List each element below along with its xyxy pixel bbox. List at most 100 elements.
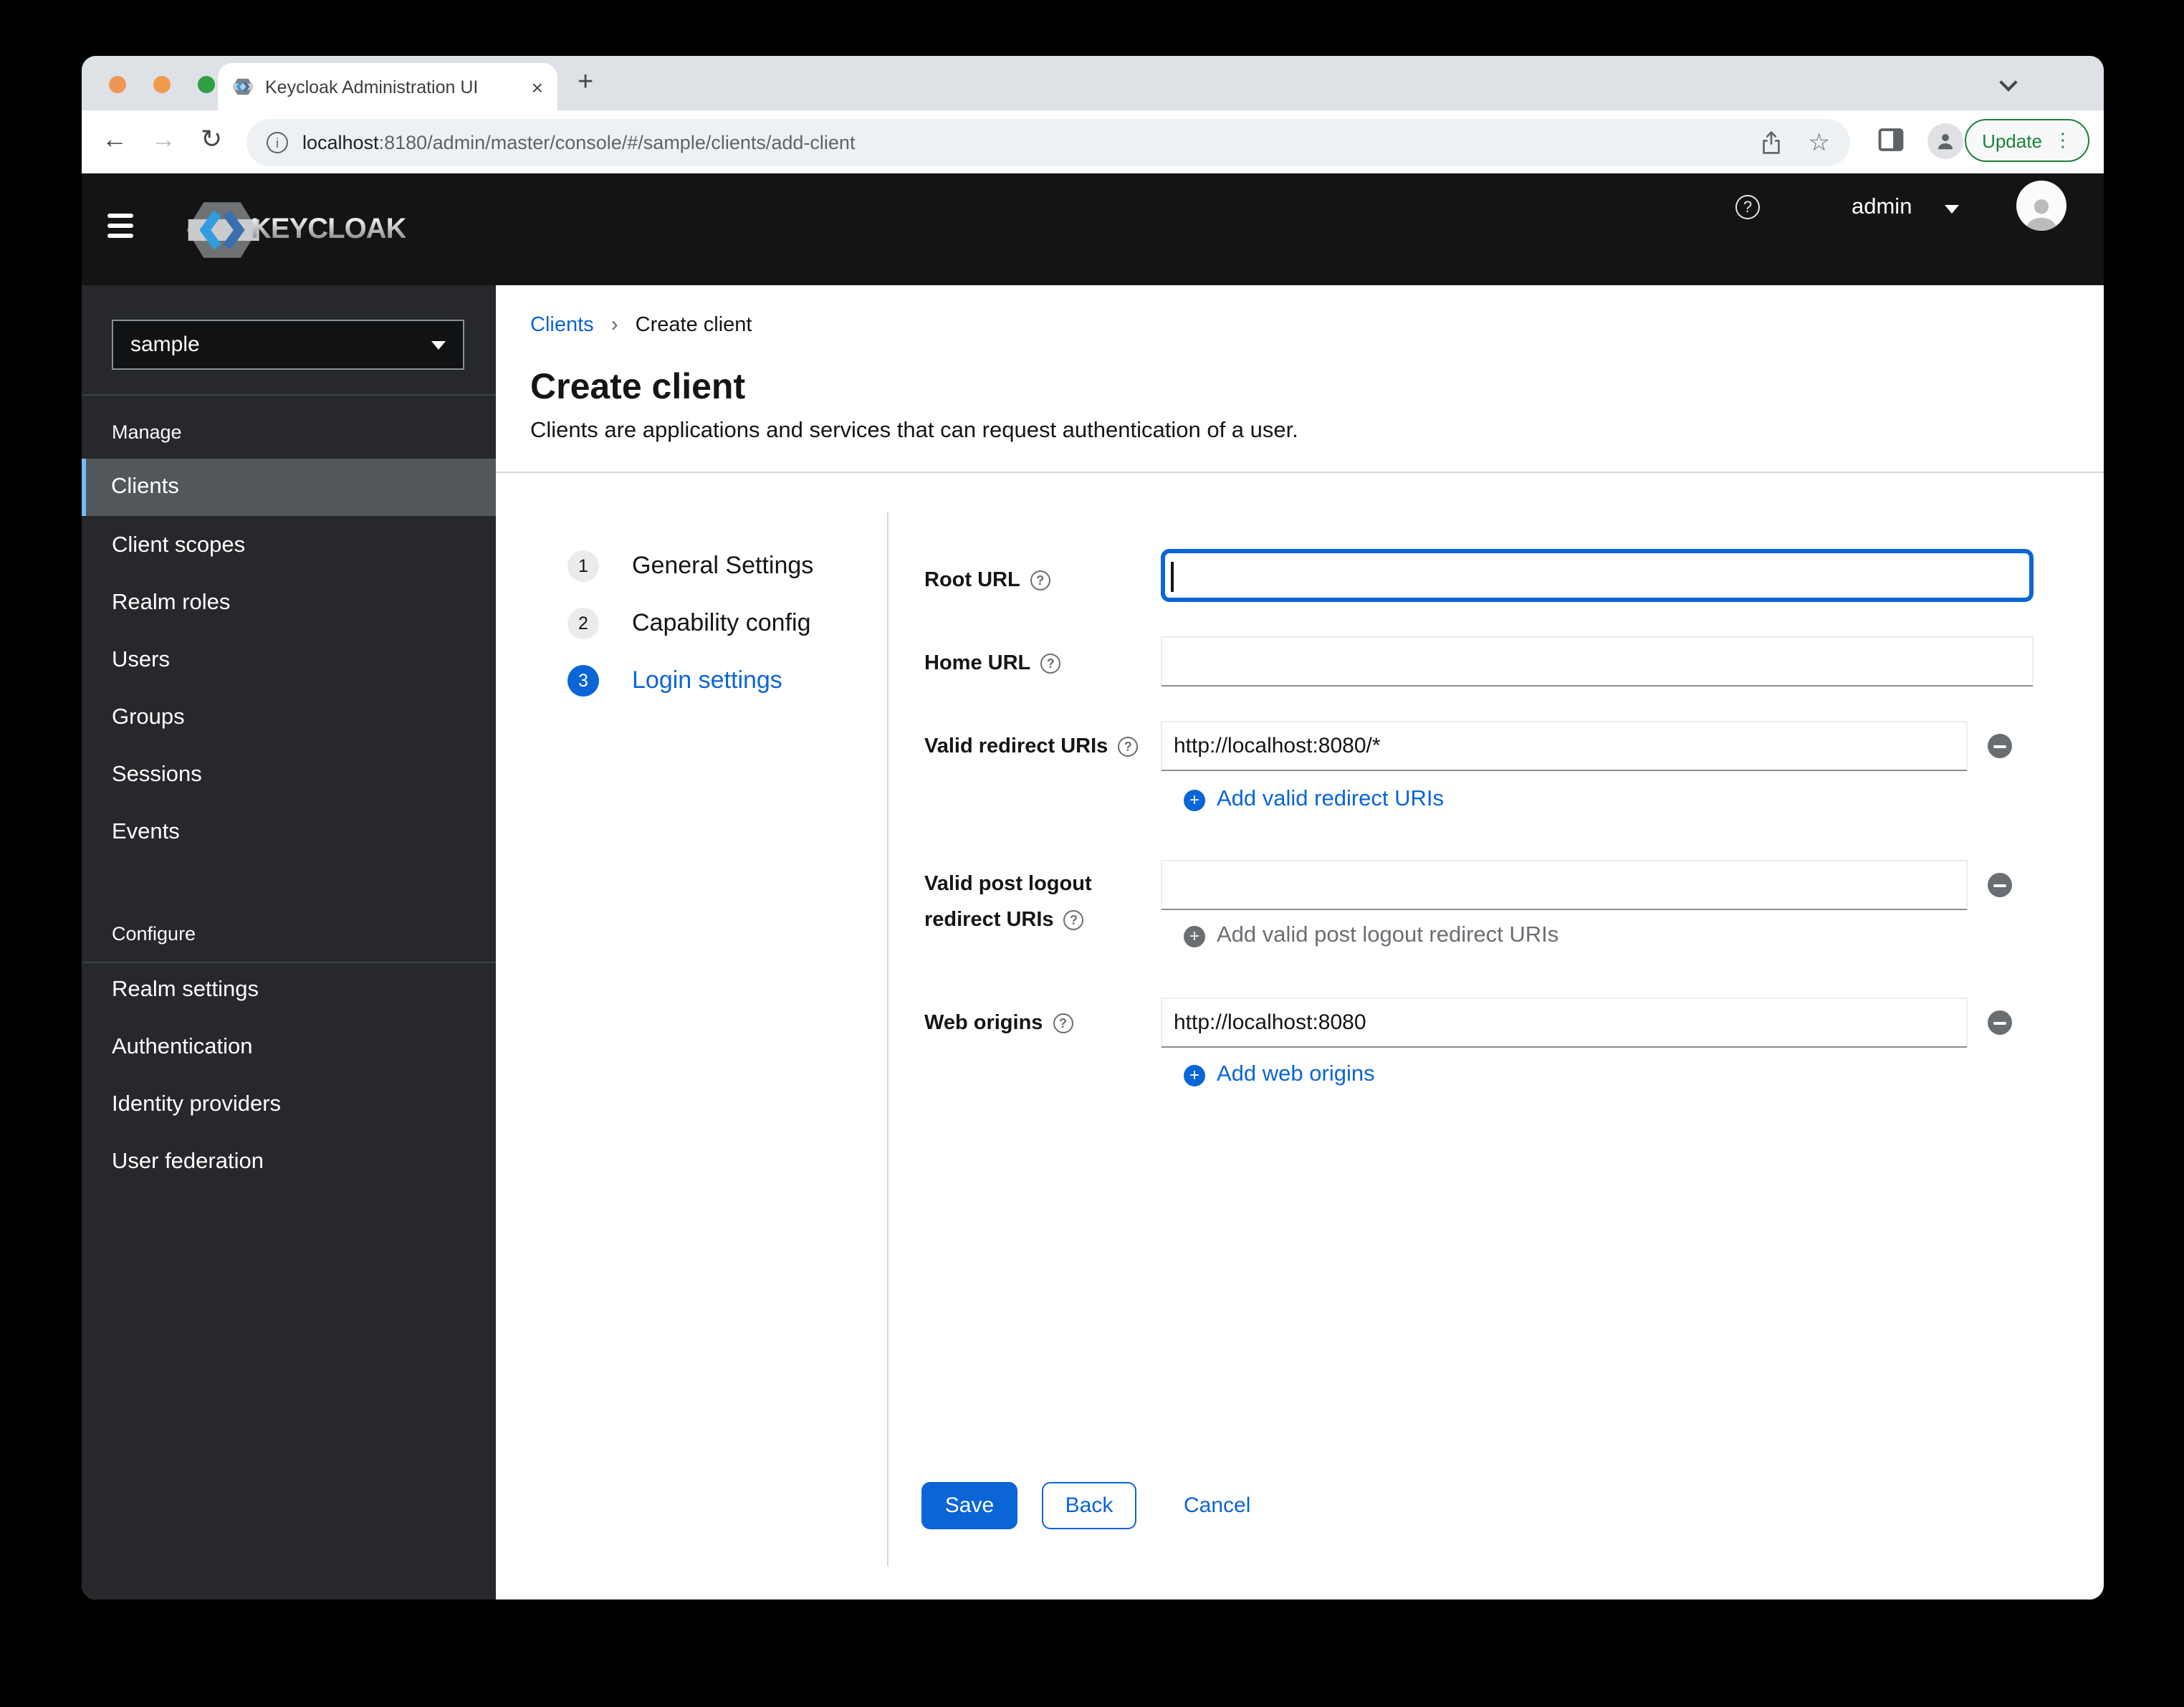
keycloak-masthead: KEYCLOAK ? admin — [82, 173, 2104, 285]
add-post-logout-uri-link[interactable]: + Add valid post logout redirect URIs — [1184, 923, 1558, 949]
sidebar-divider — [82, 394, 496, 396]
page-title: Create client — [530, 367, 746, 407]
root-url-help-icon[interactable]: ? — [1030, 570, 1050, 590]
nav-group-configure: Configure — [112, 923, 196, 945]
browser-window: Keycloak Administration UI × + ← → ↻ i l… — [82, 56, 2104, 1600]
sidebar-item-clients[interactable]: Clients — [82, 459, 496, 516]
step-label: Login settings — [632, 666, 782, 694]
wizard-step-capability-config[interactable]: 2 Capability config — [567, 608, 811, 639]
valid-redirect-uris-help-icon[interactable]: ? — [1118, 737, 1139, 757]
home-url-label: Home URL ? — [924, 652, 1061, 675]
post-logout-help-icon[interactable]: ? — [1063, 910, 1084, 930]
keycloak-favicon — [232, 78, 254, 95]
root-url-input[interactable] — [1161, 549, 2034, 602]
url-path: :8180/admin/master/console/#/sample/clie… — [378, 132, 856, 153]
breadcrumb-clients-link[interactable]: Clients — [530, 313, 594, 336]
sidebar-item-sessions[interactable]: Sessions — [82, 747, 496, 804]
realm-name: sample — [130, 333, 200, 357]
web-origins-input[interactable] — [1161, 998, 1968, 1048]
web-origins-help-icon[interactable]: ? — [1053, 1013, 1073, 1033]
remove-web-origin-icon[interactable] — [1988, 1010, 2012, 1035]
url-text[interactable]: localhost:8180/admin/master/console/#/sa… — [302, 132, 855, 153]
sidebar-item-authentication[interactable]: Authentication — [82, 1019, 496, 1076]
main-content: Clients › Create client Create client Cl… — [496, 285, 2104, 1600]
text-cursor — [1171, 562, 1173, 592]
valid-redirect-uri-input[interactable] — [1161, 721, 1968, 771]
user-menu-caret-icon[interactable] — [1945, 205, 1959, 214]
post-logout-redirect-uri-input[interactable] — [1161, 860, 1968, 910]
cancel-link[interactable]: Cancel — [1184, 1493, 1250, 1518]
sidebar-item-realm-settings[interactable]: Realm settings — [82, 962, 496, 1019]
remove-redirect-uri-icon[interactable] — [1988, 734, 2012, 758]
step-number: 3 — [567, 665, 599, 697]
sidebar-item-realm-roles[interactable]: Realm roles — [82, 575, 496, 632]
minimize-window-button[interactable] — [153, 76, 171, 93]
plus-circle-icon: + — [1184, 925, 1205, 947]
sidebar: sample Manage Clients Client scopes Real… — [82, 285, 496, 1600]
sidebar-item-groups[interactable]: Groups — [82, 689, 496, 747]
back-button[interactable]: Back — [1042, 1482, 1136, 1529]
step-number: 1 — [567, 550, 599, 582]
post-logout-label-line2: redirect URIs ? — [924, 909, 1084, 932]
wizard-step-general-settings[interactable]: 1 General Settings — [567, 550, 813, 582]
help-icon[interactable]: ? — [1735, 195, 1760, 219]
zoom-window-button[interactable] — [198, 76, 215, 93]
breadcrumb: Clients › Create client — [530, 312, 752, 337]
sidebar-item-events[interactable]: Events — [82, 804, 496, 861]
address-bar[interactable]: i localhost:8180/admin/master/console/#/… — [246, 119, 1850, 166]
browser-tab[interactable]: Keycloak Administration UI × — [218, 63, 557, 110]
page-description: Clients are applications and services th… — [530, 419, 1298, 443]
realm-selector[interactable]: sample — [112, 320, 464, 370]
avatar[interactable] — [2016, 181, 2066, 231]
tab-title: Keycloak Administration UI — [265, 77, 479, 97]
user-menu-label[interactable]: admin — [1852, 195, 1912, 221]
tab-search-chevron-icon[interactable] — [1999, 73, 2018, 92]
step-number: 2 — [567, 608, 599, 639]
step-label: General Settings — [632, 552, 814, 579]
back-icon[interactable]: ← — [102, 125, 128, 155]
web-origins-label: Web origins ? — [924, 1012, 1073, 1035]
plus-circle-icon: + — [1184, 1064, 1205, 1086]
sidebar-item-identity-providers[interactable]: Identity providers — [82, 1076, 496, 1134]
new-tab-icon[interactable]: + — [578, 67, 593, 99]
wizard-step-login-settings[interactable]: 3 Login settings — [567, 665, 782, 697]
wizard-nav-divider — [887, 512, 889, 1567]
browser-profile-icon[interactable] — [1927, 123, 1963, 159]
home-url-help-icon[interactable]: ? — [1040, 654, 1061, 674]
breadcrumb-current: Create client — [635, 313, 752, 336]
reload-icon[interactable]: ↻ — [201, 125, 222, 155]
side-panel-icon[interactable] — [1877, 128, 1905, 152]
root-url-label: Root URL ? — [924, 569, 1050, 592]
add-redirect-uri-link[interactable]: + Add valid redirect URIs — [1184, 787, 1444, 813]
close-window-button[interactable] — [109, 76, 126, 93]
realm-caret-icon — [431, 340, 446, 349]
page-header-divider — [496, 472, 2104, 473]
post-logout-label-line1: Valid post logout — [924, 873, 1092, 896]
site-info-icon[interactable]: i — [267, 132, 288, 153]
browser-menu-kebab-icon[interactable]: ⋮ — [2054, 129, 2072, 152]
address-bar-actions: ☆ — [1760, 130, 1831, 155]
update-label: Update — [1982, 130, 2042, 151]
home-url-input[interactable] — [1161, 636, 2034, 687]
nav-toggle-hamburger-icon[interactable] — [107, 214, 133, 244]
share-icon[interactable] — [1760, 130, 1783, 155]
plus-circle-icon: + — [1184, 789, 1205, 811]
breadcrumb-separator-icon: › — [610, 312, 618, 337]
browser-update-button[interactable]: Update ⋮ — [1965, 119, 2089, 162]
bookmark-star-icon[interactable]: ☆ — [1809, 130, 1831, 155]
remove-post-logout-uri-icon[interactable] — [1988, 873, 2012, 897]
save-button[interactable]: Save — [921, 1482, 1017, 1529]
url-domain: localhost — [302, 132, 379, 153]
sidebar-item-client-scopes[interactable]: Client scopes — [82, 517, 496, 575]
sidebar-item-users[interactable]: Users — [82, 632, 496, 689]
tab-close-icon[interactable]: × — [532, 75, 543, 98]
tab-strip: Keycloak Administration UI × + — [82, 56, 2104, 110]
browser-toolbar: ← → ↻ i localhost:8180/admin/master/cons… — [82, 110, 2104, 173]
nav-group-manage: Manage — [112, 421, 182, 443]
forward-icon[interactable]: → — [150, 125, 176, 155]
keycloak-logo[interactable]: KEYCLOAK — [185, 199, 406, 261]
add-web-origins-link[interactable]: + Add web origins — [1184, 1062, 1375, 1088]
screen: Keycloak Administration UI × + ← → ↻ i l… — [0, 0, 2184, 1707]
valid-redirect-uris-label: Valid redirect URIs ? — [924, 735, 1139, 758]
sidebar-item-user-federation[interactable]: User federation — [82, 1134, 496, 1191]
